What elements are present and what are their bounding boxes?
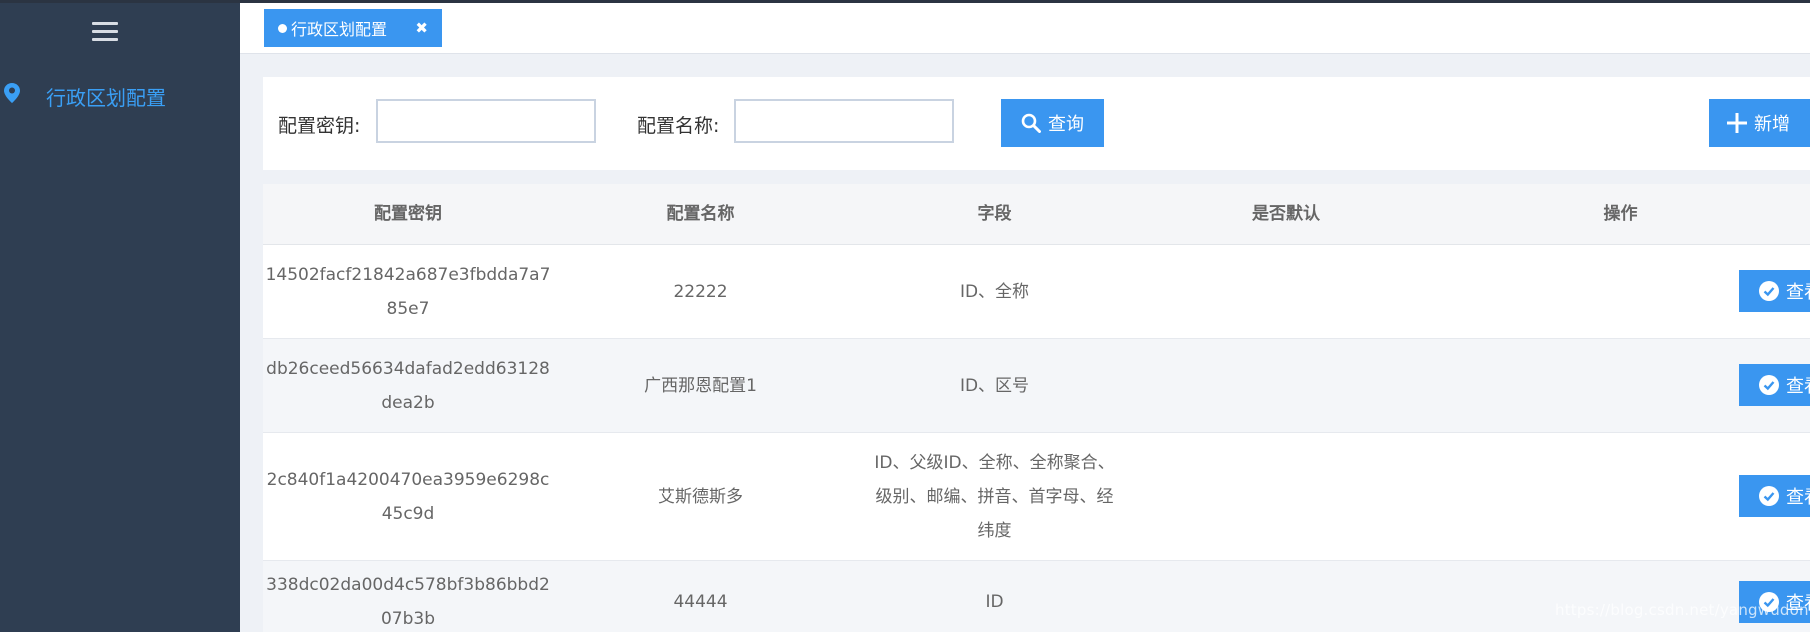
sidebar: 行政区划配置 [0, 3, 240, 632]
watermark: https://blog.csdn.net/yangwudonlwg [1555, 601, 1810, 619]
cell-is-default [1141, 339, 1431, 432]
config-name-input[interactable] [734, 99, 954, 143]
row-actions: 查看 编辑 删除 [1431, 433, 1810, 560]
plus-icon [1727, 113, 1747, 133]
check-circle-icon [1759, 375, 1779, 395]
add-button[interactable]: 新增 [1709, 99, 1810, 147]
cell-is-default [1141, 561, 1431, 632]
active-dot-icon [278, 23, 287, 33]
cell-config-key: 14502facf21842a687e3fbdda7a7 85e7 [265, 264, 551, 319]
column-header-fields: 字段 [977, 204, 1012, 224]
table-row: db26ceed56634dafad2edd63128 dea2b 广西那恩配置1… [263, 339, 1810, 433]
map-pin-icon [4, 83, 20, 103]
column-header-actions: 操作 [1603, 204, 1638, 224]
view-button[interactable]: 查看 [1739, 270, 1810, 312]
config-key-label: 配置密钥: [278, 115, 361, 137]
check-circle-icon [1759, 281, 1779, 301]
row-actions: 查看 编辑 删除 [1431, 339, 1810, 432]
cell-config-name: 22222 [673, 281, 728, 302]
sidebar-item-region-config[interactable]: 行政区划配置 [0, 73, 240, 113]
table-row: 2c840f1a4200470ea3959e6298c 45c9d 艾斯德斯多 I… [263, 433, 1810, 561]
cell-config-name: 艾斯德斯多 [658, 486, 743, 507]
sidebar-item-label: 行政区划配置 [46, 86, 166, 110]
cell-fields: ID、区号 [959, 375, 1030, 396]
search-panel: 配置密钥: 配置名称: 查询 新增 [263, 77, 1810, 170]
search-button-label: 查询 [1048, 114, 1084, 135]
cell-config-name: 广西那恩配置1 [644, 375, 757, 396]
config-key-input[interactable] [376, 99, 596, 143]
cell-is-default [1141, 245, 1431, 338]
column-header-default: 是否默认 [1252, 204, 1320, 224]
table-header: 配置密钥 配置名称 字段 是否默认 操作 [263, 184, 1810, 245]
column-header-name: 配置名称 [666, 204, 735, 224]
check-circle-icon [1759, 486, 1779, 506]
row-actions: 查看 编辑 删除 [1431, 245, 1810, 338]
hamburger-menu-icon[interactable] [92, 19, 120, 43]
close-icon[interactable]: ✖ [415, 19, 428, 37]
table-row: 14502facf21842a687e3fbdda7a7 85e7 22222 I… [263, 245, 1810, 339]
cell-fields: ID [985, 592, 1004, 612]
search-button[interactable]: 查询 [1001, 99, 1104, 147]
config-table: 配置密钥 配置名称 字段 是否默认 操作 14502facf21842a687e… [263, 184, 1810, 632]
cell-config-key: db26ceed56634dafad2edd63128 dea2b [266, 358, 550, 413]
cell-fields: ID、全称 [959, 281, 1030, 302]
cell-config-name: 44444 [673, 592, 728, 612]
config-name-label: 配置名称: [637, 115, 720, 137]
table-row: 338dc02da00d4c578bf3b86bbd2 07b3b 44444 I… [263, 561, 1810, 632]
cell-config-key: 338dc02da00d4c578bf3b86bbd2 07b3b [266, 575, 550, 629]
add-button-label: 新增 [1754, 114, 1790, 135]
cell-fields: ID、父级ID、全称、全称聚合、 级别、邮编、拼音、首字母、经 纬度 [874, 452, 1115, 541]
tab-region-config[interactable]: 行政区划配置 ✖ [264, 9, 442, 47]
search-icon [1021, 113, 1041, 133]
cell-is-default [1141, 433, 1431, 560]
column-header-key: 配置密钥 [374, 204, 442, 224]
cell-config-key: 2c840f1a4200470ea3959e6298c 45c9d [266, 469, 550, 524]
view-button[interactable]: 查看 [1739, 364, 1810, 406]
tab-label: 行政区划配置 [291, 20, 388, 39]
view-button[interactable]: 查看 [1739, 475, 1810, 517]
tab-bar: 行政区划配置 ✖ [240, 3, 1810, 54]
row-actions: 查看 编辑 删除 [1431, 561, 1810, 632]
